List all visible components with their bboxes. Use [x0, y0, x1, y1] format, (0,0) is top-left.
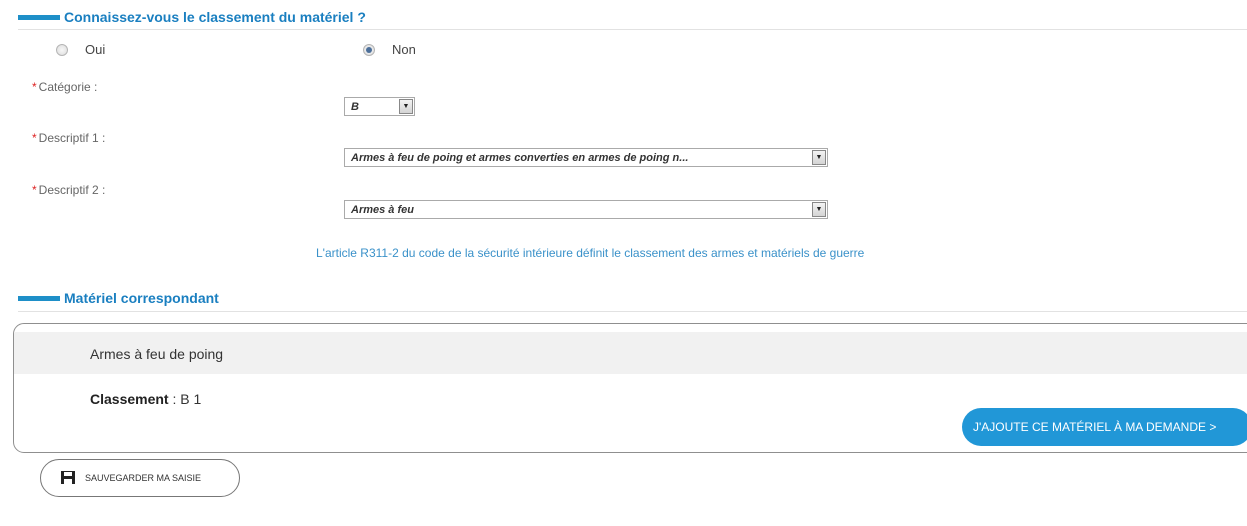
section-divider	[18, 29, 1247, 30]
categorie-label-text: Catégorie :	[38, 80, 98, 94]
classement-separator: :	[168, 391, 181, 407]
categorie-label: * Catégorie :	[32, 80, 97, 94]
required-marker: *	[32, 183, 37, 197]
chevron-down-icon[interactable]: ▼	[812, 202, 826, 217]
radio-non-label: Non	[392, 42, 416, 57]
chevron-down-icon[interactable]: ▼	[399, 99, 413, 114]
descriptif1-value: Armes à feu de poing et armes converties…	[351, 151, 689, 164]
article-info-link[interactable]: L'article R311-2 du code de la sécurité …	[316, 246, 864, 260]
descriptif2-label: * Descriptif 2 :	[32, 183, 105, 197]
radio-oui-label: Oui	[85, 42, 106, 57]
chevron-down-icon[interactable]: ▼	[812, 150, 826, 165]
save-icon	[61, 470, 75, 486]
material-name: Armes à feu de poing	[90, 346, 224, 362]
add-material-button[interactable]: J'AJOUTE CE MATÉRIEL À MA DEMANDE >	[962, 408, 1247, 446]
descriptif2-select[interactable]: Armes à feu ▼	[344, 200, 828, 219]
section-header-classement: Connaissez-vous le classement du matérie…	[18, 9, 366, 25]
descriptif1-label: * Descriptif 1 :	[32, 131, 105, 145]
required-marker: *	[32, 80, 37, 94]
radio-oui-button[interactable]	[56, 43, 68, 56]
radio-oui[interactable]: Oui	[56, 42, 105, 57]
descriptif2-value: Armes à feu	[351, 203, 414, 216]
save-button-label: SAUVEGARDER MA SAISIE	[85, 473, 202, 483]
categorie-select[interactable]: B ▼	[344, 97, 415, 116]
section-title: Connaissez-vous le classement du matérie…	[64, 9, 366, 25]
radio-non[interactable]: Non	[363, 42, 416, 57]
descriptif1-select[interactable]: Armes à feu de poing et armes converties…	[344, 148, 828, 167]
classement-value: B 1	[180, 391, 202, 407]
descriptif1-label-text: Descriptif 1 :	[38, 131, 106, 145]
radio-non-button[interactable]	[363, 43, 375, 56]
descriptif2-label-text: Descriptif 2 :	[38, 183, 106, 197]
section-header-materiel: Matériel correspondant	[18, 290, 219, 306]
section-divider	[18, 311, 1247, 312]
section-bar	[18, 14, 60, 20]
material-classement: Classement : B 1	[90, 391, 201, 407]
save-button[interactable]: SAUVEGARDER MA SAISIE	[40, 459, 240, 497]
required-marker: *	[32, 131, 37, 145]
classement-label: Classement	[90, 391, 169, 407]
categorie-value: B	[351, 100, 359, 113]
section-title: Matériel correspondant	[64, 290, 219, 306]
section-bar	[18, 295, 60, 301]
